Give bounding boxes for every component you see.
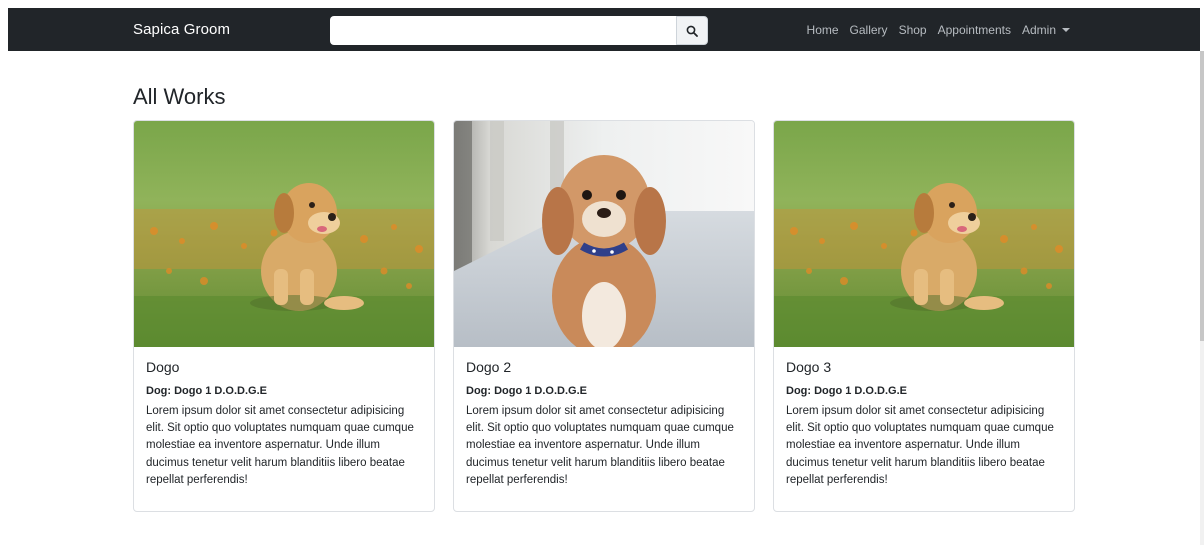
nav-link-appointments[interactable]: Appointments (938, 23, 1011, 37)
search-icon (686, 25, 698, 37)
card-text: Lorem ipsum dolor sit amet consectetur a… (466, 405, 734, 486)
card-subtitle: Dog: Dogo 1 D.O.D.G.E (146, 385, 267, 397)
work-card: Dogo 2 Dog: Dogo 1 D.O.D.G.E Lorem ipsum… (453, 120, 755, 512)
scrollbar-thumb[interactable] (1200, 51, 1204, 341)
nav-link-gallery[interactable]: Gallery (850, 23, 888, 37)
card-image-golden-puppy (774, 121, 1074, 347)
card-image-golden-puppy (134, 121, 434, 347)
nav-link-shop[interactable]: Shop (899, 23, 927, 37)
card-body: Dogo Dog: Dogo 1 D.O.D.G.E Lorem ipsum d… (146, 357, 422, 489)
card-text: Lorem ipsum dolor sit amet consectetur a… (786, 405, 1054, 486)
nav-link-admin-label: Admin (1021, 22, 1056, 37)
search-form (330, 16, 708, 45)
caret-down-icon (1062, 28, 1070, 33)
card-text: Lorem ipsum dolor sit amet consectetur a… (146, 405, 414, 486)
window-top-strip (0, 0, 1204, 8)
page-scrollbar[interactable] (1200, 51, 1204, 545)
navbar: Sapica Groom Home Gallery Shop Appointme… (8, 8, 1200, 51)
card-body: Dogo 3 Dog: Dogo 1 D.O.D.G.E Lorem ipsum… (786, 357, 1062, 489)
card-subtitle: Dog: Dogo 1 D.O.D.G.E (786, 385, 907, 397)
card-image-fluffy-dog (454, 121, 754, 347)
nav-link-home[interactable]: Home (807, 23, 839, 37)
nav-link-admin-dropdown[interactable]: Admin (1022, 23, 1070, 37)
card-subtitle: Dog: Dogo 1 D.O.D.G.E (466, 385, 587, 397)
card-body: Dogo 2 Dog: Dogo 1 D.O.D.G.E Lorem ipsum… (466, 357, 742, 489)
card-title: Dogo (146, 359, 180, 375)
nav-links: Home Gallery Shop Appointments Admin (796, 8, 1070, 51)
page-title: All Works (133, 84, 226, 109)
work-card: Dogo 3 Dog: Dogo 1 D.O.D.G.E Lorem ipsum… (773, 120, 1075, 512)
work-card: Dogo Dog: Dogo 1 D.O.D.G.E Lorem ipsum d… (133, 120, 435, 512)
card-title: Dogo 3 (786, 359, 832, 375)
card-title: Dogo 2 (466, 359, 512, 375)
brand-logo[interactable]: Sapica Groom (133, 8, 230, 51)
search-button[interactable] (676, 16, 708, 45)
search-input[interactable] (330, 16, 676, 45)
